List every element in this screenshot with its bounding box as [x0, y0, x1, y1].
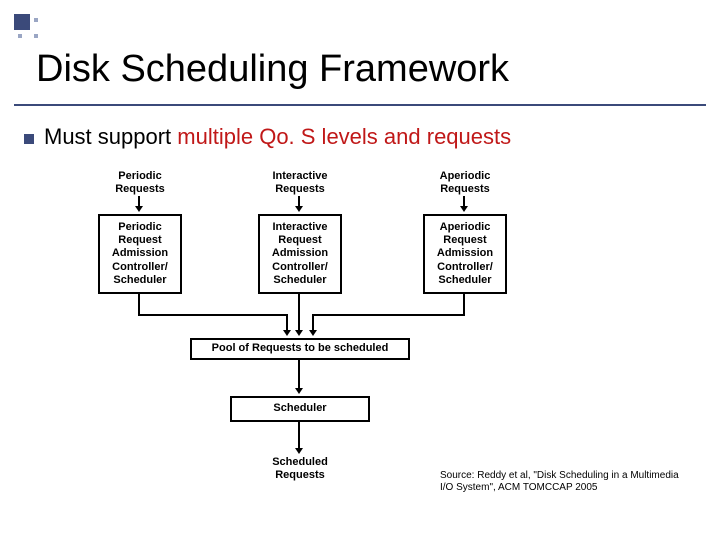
arrow-icon — [298, 360, 300, 394]
label-scheduled: ScheduledRequests — [265, 456, 335, 481]
label-interactive: InteractiveRequests — [255, 170, 345, 195]
bullet-plain: Must support — [44, 124, 177, 149]
box-pool: Pool of Requests to be scheduled — [190, 338, 410, 360]
box-aperiodic: AperiodicRequestAdmissionController/Sche… — [423, 214, 507, 294]
box-interactive: InteractiveRequestAdmissionController/Sc… — [258, 214, 342, 294]
source-citation: Source: Reddy et al, "Disk Scheduling in… — [440, 470, 690, 494]
arrow-icon — [463, 196, 465, 212]
title-rule — [14, 104, 706, 106]
arrow-icon — [298, 196, 300, 212]
diagram: PeriodicRequests InteractiveRequests Ape… — [90, 170, 630, 510]
slide-title: Disk Scheduling Framework — [36, 48, 509, 91]
label-periodic: PeriodicRequests — [100, 170, 180, 195]
box-scheduler: Scheduler — [230, 396, 370, 422]
label-aperiodic: AperiodicRequests — [420, 170, 510, 195]
deco-corner — [14, 14, 42, 42]
bullet-icon — [24, 134, 34, 144]
arrow-icon — [298, 422, 300, 454]
bullet-emph: multiple Qo. S levels and requests — [177, 124, 511, 149]
box-periodic: PeriodicRequestAdmissionController/Sched… — [98, 214, 182, 294]
arrow-icon — [138, 196, 140, 212]
bullet-line: Must support multiple Qo. S levels and r… — [44, 124, 511, 150]
